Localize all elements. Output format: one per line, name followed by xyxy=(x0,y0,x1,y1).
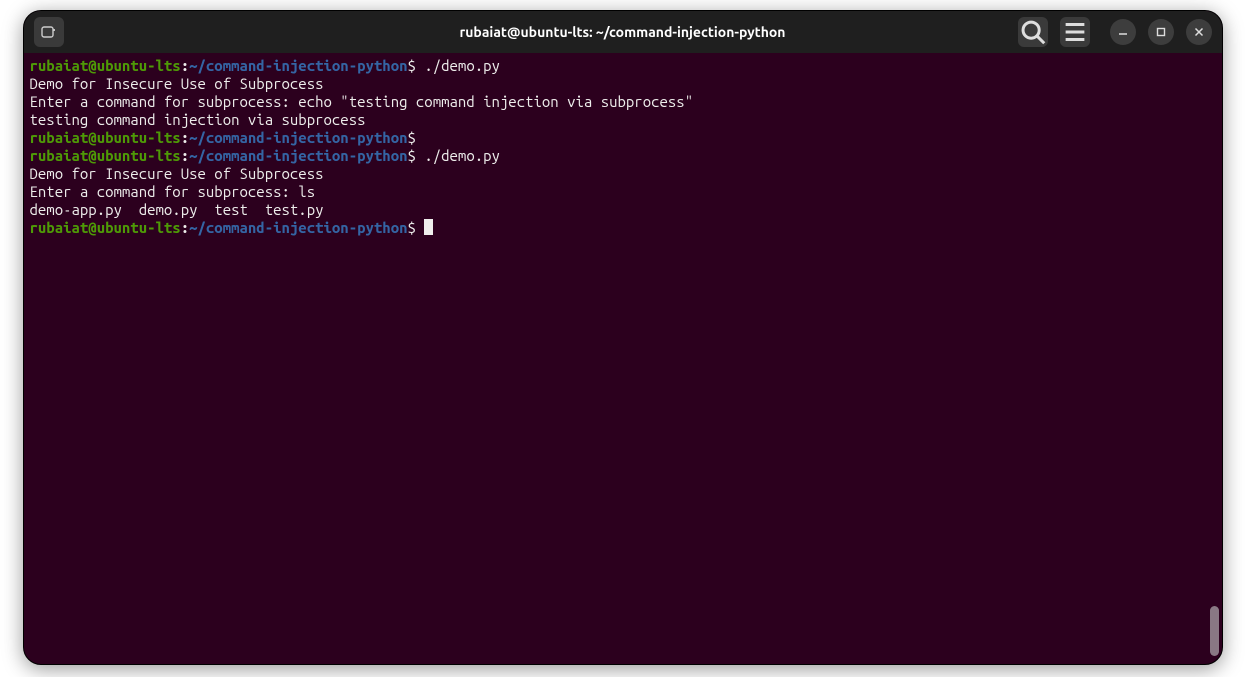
command-text: ./demo.py xyxy=(424,57,500,74)
titlebar: rubaiat@ubuntu-lts: ~/command-injection-… xyxy=(24,11,1222,53)
prompt-user: rubaiat@ubuntu-lts xyxy=(30,129,181,146)
search-icon xyxy=(1018,17,1048,47)
prompt-user: rubaiat@ubuntu-lts xyxy=(30,219,181,236)
prompt-path: ~/command-injection-python xyxy=(189,147,407,164)
new-tab-button[interactable] xyxy=(34,17,64,47)
maximize-button[interactable] xyxy=(1148,19,1174,45)
prompt-path: ~/command-injection-python xyxy=(189,219,407,236)
output-line: Demo for Insecure Use of Subprocess xyxy=(30,75,1216,93)
close-button[interactable] xyxy=(1186,19,1212,45)
prompt-path: ~/command-injection-python xyxy=(189,129,407,146)
window-controls xyxy=(1110,19,1212,45)
prompt-symbol: $ xyxy=(408,147,416,164)
prompt-line: rubaiat@ubuntu-lts:~/command-injection-p… xyxy=(30,219,1216,237)
window-title: rubaiat@ubuntu-lts: ~/command-injection-… xyxy=(459,24,785,40)
output-line: Enter a command for subprocess: echo "te… xyxy=(30,93,1216,111)
titlebar-left xyxy=(34,17,64,47)
prompt-user: rubaiat@ubuntu-lts xyxy=(30,147,181,164)
maximize-icon xyxy=(1156,27,1166,37)
prompt-sep: : xyxy=(181,129,189,146)
output-line: testing command injection via subprocess xyxy=(30,111,1216,129)
minimize-button[interactable] xyxy=(1110,19,1136,45)
prompt-sep: : xyxy=(181,147,189,164)
prompt-line: rubaiat@ubuntu-lts:~/command-injection-p… xyxy=(30,147,1216,165)
hamburger-icon xyxy=(1060,17,1090,47)
prompt-sep: : xyxy=(181,57,189,74)
command-text: ./demo.py xyxy=(424,147,500,164)
minimize-icon xyxy=(1118,27,1128,37)
prompt-symbol: $ xyxy=(408,219,416,236)
prompt-line: rubaiat@ubuntu-lts:~/command-injection-p… xyxy=(30,57,1216,75)
prompt-symbol: $ xyxy=(408,129,416,146)
cursor xyxy=(424,219,433,235)
search-button[interactable] xyxy=(1018,17,1048,47)
prompt-path: ~/command-injection-python xyxy=(189,57,407,74)
prompt-line: rubaiat@ubuntu-lts:~/command-injection-p… xyxy=(30,129,1216,147)
output-line: Demo for Insecure Use of Subprocess xyxy=(30,165,1216,183)
terminal-body[interactable]: rubaiat@ubuntu-lts:~/command-injection-p… xyxy=(24,53,1222,664)
scrollbar-thumb[interactable] xyxy=(1210,606,1219,656)
close-icon xyxy=(1194,27,1204,37)
prompt-symbol: $ xyxy=(408,57,416,74)
titlebar-right xyxy=(1018,17,1212,47)
menu-button[interactable] xyxy=(1060,17,1090,47)
new-tab-icon xyxy=(41,24,57,40)
prompt-user: rubaiat@ubuntu-lts xyxy=(30,57,181,74)
output-line: demo-app.py demo.py test test.py xyxy=(30,201,1216,219)
prompt-sep: : xyxy=(181,219,189,236)
output-line: Enter a command for subprocess: ls xyxy=(30,183,1216,201)
terminal-window: rubaiat@ubuntu-lts: ~/command-injection-… xyxy=(23,10,1223,665)
